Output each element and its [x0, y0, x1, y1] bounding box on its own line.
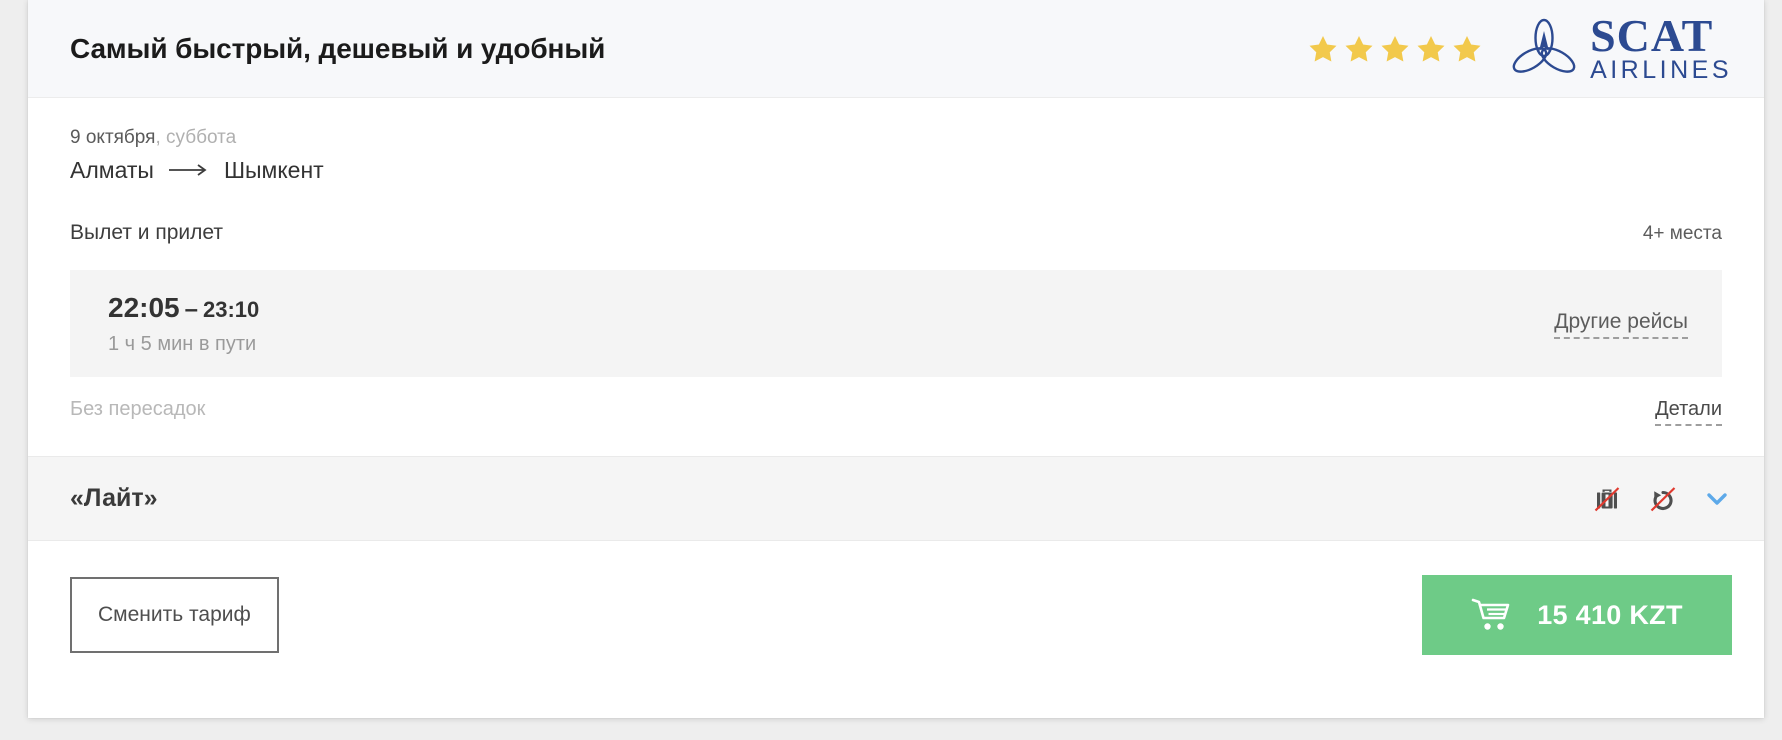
- card-header: Самый быстрый, дешевый и удобный SCAT AI…: [28, 0, 1764, 98]
- segment-title: Вылет и прилет: [70, 221, 223, 244]
- route: Алматы Шымкент: [70, 154, 1722, 186]
- date-text: 9 октября: [70, 127, 156, 148]
- airline-subtitle: AIRLINES: [1590, 56, 1732, 85]
- time-dash: –: [184, 296, 198, 323]
- airline-wordmark: SCAT AIRLINES: [1590, 9, 1732, 85]
- long-arrow-right-icon: [168, 153, 210, 185]
- airline-name: SCAT: [1590, 9, 1714, 61]
- no-baggage-icon[interactable]: [1590, 482, 1624, 516]
- buy-button[interactable]: 15 410 KZT: [1422, 575, 1732, 655]
- fare-icon-group: [1590, 482, 1732, 516]
- fare-name: «Лайт»: [70, 484, 158, 512]
- weekday-text: , суббота: [155, 127, 237, 148]
- details-link[interactable]: Детали: [1655, 397, 1722, 426]
- card-title: Самый быстрый, дешевый и удобный: [70, 32, 606, 64]
- card-body: 9 октября, суббота Алматы Шымкент Вылет …: [28, 98, 1764, 456]
- airline-logo: SCAT AIRLINES: [1508, 9, 1732, 85]
- flight-date: 9 октября, суббота: [70, 124, 1722, 152]
- time-range: 22:05–23:10: [108, 291, 259, 327]
- flight-offer-card: Самый быстрый, дешевый и удобный SCAT AI…: [28, 0, 1764, 718]
- fare-row: «Лайт»: [28, 456, 1764, 541]
- departure-time: 22:05: [108, 292, 180, 323]
- buy-price-label: 15 410 KZT: [1537, 599, 1683, 630]
- star-icon: [1417, 35, 1445, 61]
- flight-time-block: 22:05–23:10 1 ч 5 мин в пути Другие рейс…: [70, 270, 1722, 377]
- screen: Самый быстрый, дешевый и удобный SCAT AI…: [0, 0, 1782, 740]
- arrival-time: 23:10: [202, 297, 260, 322]
- shopping-cart-icon: [1471, 598, 1510, 630]
- star-icon: [1453, 35, 1481, 61]
- star-icon: [1345, 35, 1373, 61]
- flight-duration: 1 ч 5 мин в пути: [108, 333, 257, 355]
- rating-stars: [1308, 34, 1482, 64]
- trefoil-propeller-icon: [1512, 18, 1576, 73]
- stops-row: Без пересадок Детали: [70, 397, 1722, 456]
- change-fare-button[interactable]: Сменить тариф: [70, 577, 279, 653]
- header-right-group: SCAT AIRLINES: [1308, 9, 1732, 85]
- route-destination: Шымкент: [223, 157, 324, 183]
- star-icon: [1381, 35, 1409, 61]
- other-flights-link[interactable]: Другие рейсы: [1554, 309, 1688, 339]
- route-origin: Алматы: [70, 157, 154, 183]
- segment-header-row: Вылет и прилет 4+ места: [70, 221, 1722, 245]
- stops-text: Без пересадок: [70, 398, 206, 420]
- seats-left-badge: 4+ места: [1642, 223, 1722, 244]
- flight-times: 22:05–23:10 1 ч 5 мин в пути: [108, 291, 259, 356]
- star-icon: [1309, 35, 1337, 61]
- chevron-down-icon[interactable]: [1702, 484, 1732, 514]
- non-refundable-icon[interactable]: [1646, 482, 1680, 516]
- card-footer: Сменить тариф 15 410 KZT: [28, 541, 1764, 689]
